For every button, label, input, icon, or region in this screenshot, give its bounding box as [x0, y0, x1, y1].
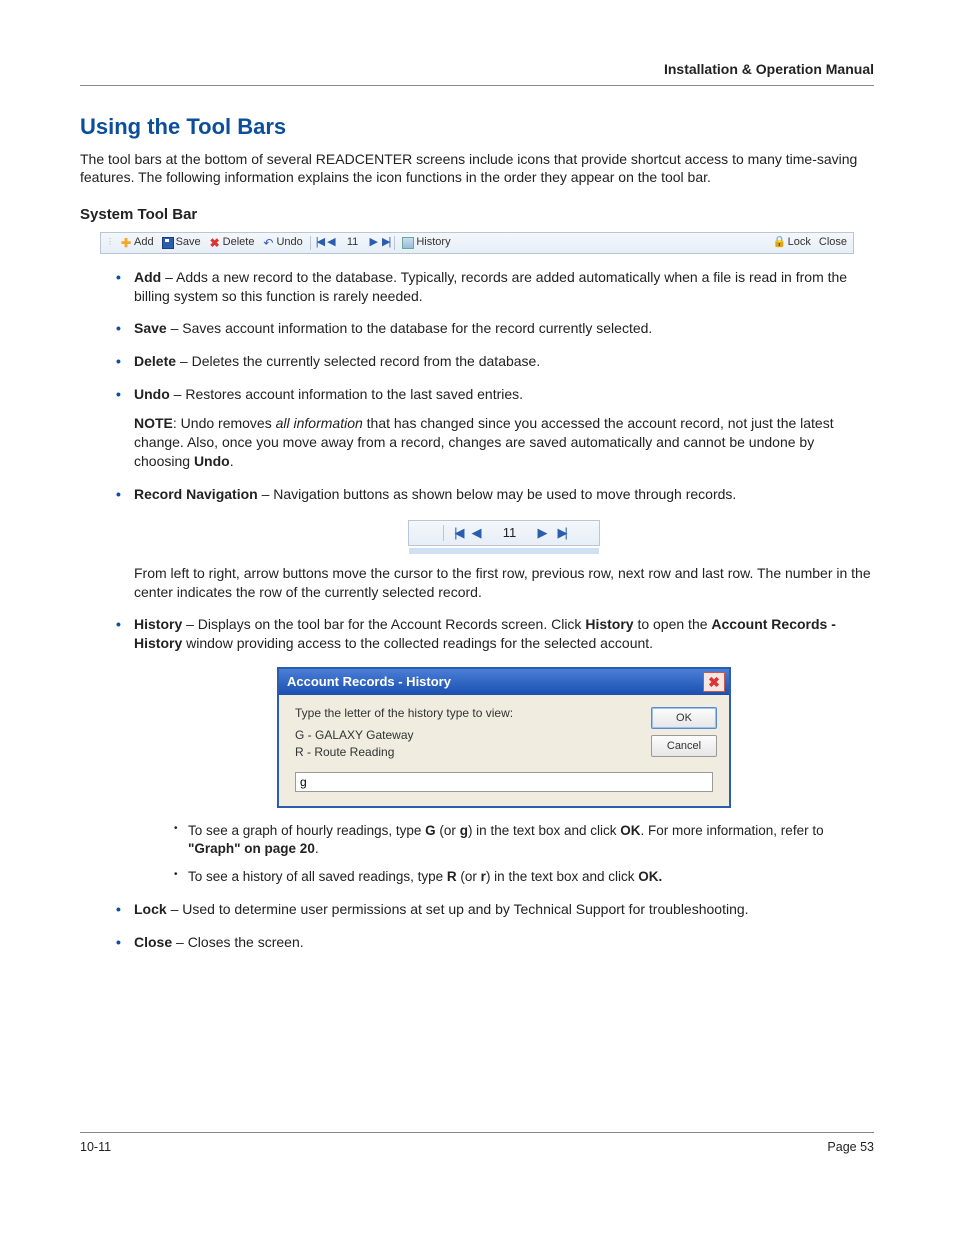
last-row-button[interactable]: ▶| [558, 524, 565, 542]
dialog-close-button[interactable]: ✖ [703, 672, 725, 692]
history-icon [402, 237, 414, 249]
dialog-titlebar: Account Records - History ✖ [279, 669, 729, 695]
list-item: Add – Adds a new record to the database.… [116, 268, 874, 306]
nav-follow-text: From left to right, arrow buttons move t… [134, 564, 874, 602]
list-item: Close – Closes the screen. [116, 933, 874, 952]
desc-lock: – Used to determine user permissions at … [167, 901, 749, 917]
list-item: Save – Saves account information to the … [116, 319, 874, 338]
section-intro: The tool bars at the bottom of several R… [80, 150, 874, 188]
row-number: 11 [338, 235, 368, 250]
desc-save: – Saves account information to the datab… [167, 320, 653, 336]
toolbar-grip-icon: ⋮ [103, 237, 116, 248]
term-nav: Record Navigation [134, 486, 258, 502]
toolbar-add-button[interactable]: ✚ Add [116, 235, 158, 250]
toolbar-description-list: Add – Adds a new record to the database.… [80, 268, 874, 953]
prev-row-button[interactable]: ◀ [325, 235, 337, 250]
list-item: Delete – Deletes the currently selected … [116, 352, 874, 371]
toolbar-lock-label: Lock [788, 235, 811, 250]
x-icon: ✖ [209, 237, 221, 249]
undo-icon: ↶ [262, 237, 274, 249]
undo-note: NOTE: Undo removes all information that … [134, 414, 874, 471]
history-type-input[interactable] [295, 772, 713, 792]
toolbar-separator [310, 236, 311, 250]
subhead-system-toolbar: System Tool Bar [80, 205, 874, 225]
list-item: Lock – Used to determine user permission… [116, 900, 874, 919]
term-history: History [134, 616, 182, 632]
first-row-button[interactable]: |◀ [314, 235, 325, 250]
lock-icon: 🔒 [774, 237, 786, 249]
desc-undo: – Restores account information to the la… [170, 386, 523, 402]
disk-icon [162, 237, 174, 249]
note-label: NOTE [134, 415, 173, 431]
dialog-cancel-button[interactable]: Cancel [651, 735, 717, 757]
footer-left: 10-11 [80, 1139, 111, 1156]
dialog-option-r: R - Route Reading [295, 744, 637, 760]
term-save: Save [134, 320, 167, 336]
toolbar-history-button[interactable]: History [398, 235, 454, 250]
toolbar-save-label: Save [176, 235, 201, 250]
dialog-title: Account Records - History [287, 673, 451, 691]
footer-right: Page 53 [827, 1139, 874, 1156]
dialog-ok-button[interactable]: OK [651, 707, 717, 729]
nav-buttons-figure: |◀ ◀ 11 ▶ ▶| [409, 520, 599, 554]
list-item: To see a graph of hourly readings, type … [174, 822, 874, 858]
toolbar-close-button[interactable]: Close [815, 235, 851, 250]
desc-nav: – Navigation buttons as shown below may … [258, 486, 737, 502]
term-lock: Lock [134, 901, 167, 917]
dialog-option-g: G - GALAXY Gateway [295, 727, 637, 743]
desc-delete: – Deletes the currently selected record … [176, 353, 540, 369]
toolbar-save-button[interactable]: Save [158, 235, 205, 250]
toolbar-delete-button[interactable]: ✖ Delete [205, 235, 259, 250]
desc-close: – Closes the screen. [172, 934, 304, 950]
doc-title: Installation & Operation Manual [664, 61, 874, 77]
term-close: Close [134, 934, 172, 950]
toolbar-undo-label: Undo [276, 235, 302, 250]
section-title: Using the Tool Bars [80, 112, 874, 142]
toolbar-add-label: Add [134, 235, 154, 250]
history-sublist: To see a graph of hourly readings, type … [134, 822, 874, 887]
toolbar-delete-label: Delete [223, 235, 255, 250]
term-add: Add [134, 269, 161, 285]
row-number: 11 [492, 524, 528, 542]
toolbar-undo-button[interactable]: ↶ Undo [258, 235, 306, 250]
dialog-prompt: Type the letter of the history type to v… [295, 705, 637, 721]
last-row-button[interactable]: ▶| [380, 235, 391, 250]
toolbar-separator [394, 236, 395, 250]
list-item: To see a history of all saved readings, … [174, 868, 874, 886]
next-row-button[interactable]: ▶ [368, 235, 380, 250]
term-undo: Undo [134, 386, 170, 402]
toolbar-history-label: History [416, 235, 450, 250]
close-icon: ✖ [708, 673, 720, 692]
first-row-button[interactable]: |◀ [454, 524, 461, 542]
plus-icon: ✚ [120, 237, 132, 249]
toolbar-close-label: Close [819, 235, 847, 250]
system-toolbar-figure: ⋮ ✚ Add Save ✖ Delete ↶ Undo |◀ ◀ 11 ▶ ▶… [100, 232, 854, 254]
list-item: History – Displays on the tool bar for t… [116, 615, 874, 886]
list-item: Record Navigation – Navigation buttons a… [116, 485, 874, 602]
next-row-button[interactable]: ▶ [538, 524, 548, 542]
term-delete: Delete [134, 353, 176, 369]
prev-row-button[interactable]: ◀ [472, 524, 482, 542]
account-records-history-dialog: Account Records - History ✖ Type the let… [277, 667, 731, 808]
list-item: Undo – Restores account information to t… [116, 385, 874, 471]
page-header: Installation & Operation Manual [80, 60, 874, 86]
toolbar-lock-button[interactable]: 🔒 Lock [770, 235, 815, 250]
page-footer: 10-11 Page 53 [80, 1132, 874, 1156]
desc-add: – Adds a new record to the database. Typ… [134, 269, 847, 304]
